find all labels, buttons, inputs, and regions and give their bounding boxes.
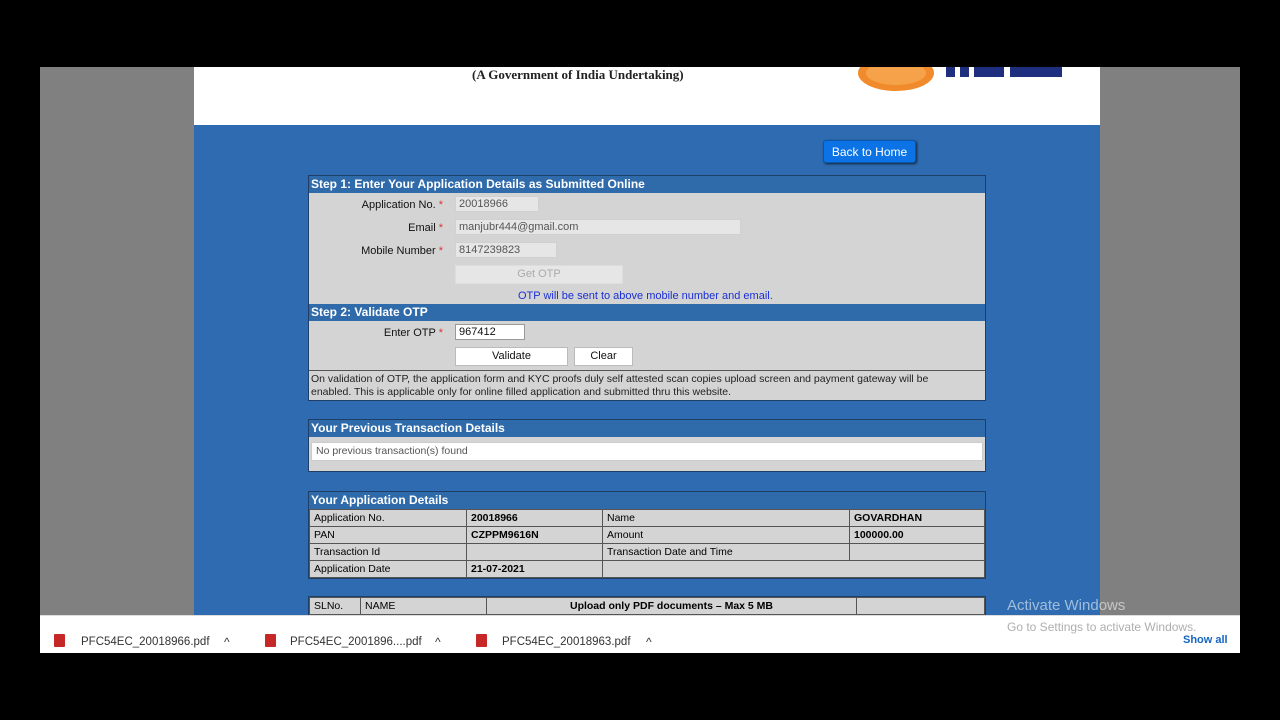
table-row: SLNo. NAME Upload only PDF documents – M… bbox=[309, 597, 985, 615]
table-cell: Application Date bbox=[309, 560, 467, 578]
table-row: PAN CZPPM9616N Amount 100000.00 bbox=[309, 526, 985, 544]
ifcl-logo-icon bbox=[858, 67, 1062, 91]
table-cell: 20018966 bbox=[466, 509, 603, 527]
table-cell: Transaction Id bbox=[309, 543, 467, 561]
mobile-number-label: Mobile Number bbox=[361, 245, 436, 257]
table-cell: CZPPM9616N bbox=[466, 526, 603, 544]
no-transactions-message: No previous transaction(s) found bbox=[311, 442, 983, 461]
table-cell bbox=[849, 543, 985, 561]
validate-button[interactable]: Validate bbox=[455, 347, 568, 366]
validation-info-note: On validation of OTP, the application fo… bbox=[311, 373, 929, 398]
browser-viewport: (A Government of India Undertaking) Back… bbox=[40, 67, 1240, 653]
enter-otp-label: Enter OTP bbox=[383, 327, 436, 339]
step1-title: Step 1: Enter Your Application Details a… bbox=[309, 176, 985, 193]
table-cell: Application No. bbox=[309, 509, 467, 527]
application-details-table: Application No. 20018966 Name GOVARDHAN … bbox=[309, 509, 985, 578]
table-cell bbox=[602, 560, 850, 578]
otp-info-note: OTP will be sent to above mobile number … bbox=[518, 290, 773, 302]
mobile-number-field[interactable]: 8147239823 bbox=[455, 242, 557, 258]
get-otp-button[interactable]: Get OTP bbox=[455, 265, 623, 284]
name-header: NAME bbox=[360, 597, 487, 615]
table-cell: 21-07-2021 bbox=[466, 560, 603, 578]
application-details-panel: Your Application Details Application No.… bbox=[308, 491, 986, 579]
otp-panel: Step 1: Enter Your Application Details a… bbox=[308, 175, 986, 401]
government-undertaking-text: (A Government of India Undertaking) bbox=[472, 67, 684, 82]
back-to-home-button[interactable]: Back to Home bbox=[823, 140, 916, 163]
show-all-button[interactable]: Show all bbox=[1183, 634, 1228, 646]
activate-windows-watermark: Activate Windows bbox=[1007, 597, 1126, 614]
download-item[interactable]: PFC54EC_2001896....pdf bbox=[250, 616, 422, 654]
site-header: (A Government of India Undertaking) bbox=[194, 67, 1100, 125]
email-label: Email bbox=[408, 222, 436, 234]
required-mark: * bbox=[438, 199, 443, 211]
application-details-title: Your Application Details bbox=[309, 492, 985, 509]
previous-transactions-title: Your Previous Transaction Details bbox=[309, 420, 985, 437]
required-mark: * bbox=[438, 222, 443, 234]
divider bbox=[309, 370, 985, 371]
table-cell bbox=[856, 597, 985, 615]
chevron-up-icon[interactable]: ^ bbox=[435, 635, 441, 649]
sl-no-header: SLNo. bbox=[309, 597, 361, 615]
table-row: Application No. 20018966 Name GOVARDHAN bbox=[309, 509, 985, 527]
chevron-up-icon[interactable]: ^ bbox=[224, 635, 230, 649]
table-cell bbox=[849, 560, 985, 578]
download-item[interactable]: PFC54EC_20018963.pdf bbox=[462, 616, 631, 654]
application-no-field[interactable]: 20018966 bbox=[455, 196, 539, 212]
otp-input[interactable]: 967412 bbox=[455, 324, 525, 340]
table-cell: 100000.00 bbox=[849, 526, 985, 544]
upload-table: SLNo. NAME Upload only PDF documents – M… bbox=[309, 597, 985, 615]
table-cell: PAN bbox=[309, 526, 467, 544]
clear-button[interactable]: Clear bbox=[574, 347, 633, 366]
table-row: Transaction Id Transaction Date and Time bbox=[309, 543, 985, 561]
activate-windows-subtext: Go to Settings to activate Windows. bbox=[1007, 620, 1197, 634]
email-field[interactable]: manjubr444@gmail.com bbox=[455, 219, 741, 235]
table-row: Application Date 21-07-2021 bbox=[309, 560, 985, 578]
download-item[interactable]: PFC54EC_20018966.pdf bbox=[40, 616, 210, 654]
application-no-label: Application No. bbox=[361, 199, 436, 211]
table-cell: Name bbox=[602, 509, 850, 527]
table-cell: Amount bbox=[602, 526, 850, 544]
step2-title: Step 2: Validate OTP bbox=[309, 304, 985, 321]
table-cell: GOVARDHAN bbox=[849, 509, 985, 527]
required-mark: * bbox=[438, 245, 443, 257]
table-cell: Transaction Date and Time bbox=[602, 543, 850, 561]
upload-note-header: Upload only PDF documents – Max 5 MB bbox=[486, 597, 857, 615]
required-mark: * bbox=[438, 327, 443, 339]
web-page: (A Government of India Undertaking) Back… bbox=[194, 67, 1100, 618]
previous-transactions-panel: Your Previous Transaction Details No pre… bbox=[308, 419, 986, 472]
table-cell bbox=[466, 543, 603, 561]
chevron-up-icon[interactable]: ^ bbox=[646, 635, 652, 649]
